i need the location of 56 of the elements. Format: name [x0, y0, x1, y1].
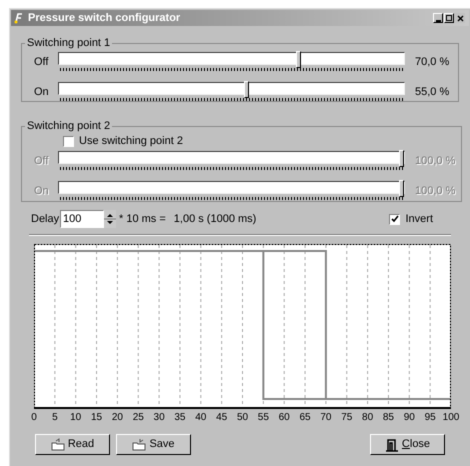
- axis-label: 25: [132, 412, 144, 424]
- maximize-icon: [446, 15, 452, 21]
- folder-icon: [50, 438, 65, 452]
- axis-label: 40: [195, 412, 206, 424]
- axis-label: 100: [442, 412, 460, 424]
- window-title: Pressure switch configurator: [28, 10, 182, 26]
- axis-label: 85: [382, 412, 394, 424]
- axis-label: 10: [70, 412, 82, 424]
- read-button[interactable]: Read: [35, 434, 110, 455]
- close-icon: [456, 14, 464, 22]
- slider-label: On: [33, 84, 50, 100]
- checkbox[interactable]: [63, 136, 74, 147]
- axis-label: 15: [90, 412, 102, 424]
- axis-label: 55: [258, 412, 269, 424]
- group-title: Switching point 1: [26, 36, 112, 51]
- axis-label: 80: [362, 412, 374, 424]
- delay-label: Delay: [31, 212, 57, 227]
- slider-label: Off: [33, 54, 50, 70]
- app-icon: [13, 12, 25, 24]
- axis-label: 65: [299, 412, 311, 424]
- delay-result: 1,00 s (1000 ms): [174, 212, 258, 227]
- slider-label: On: [33, 184, 50, 198]
- delay-formula: * 10 ms =: [119, 212, 166, 227]
- slider-value: 70,0 %: [415, 54, 450, 70]
- spin-button[interactable]: [104, 210, 116, 228]
- minimize-icon: [436, 20, 440, 22]
- axis-label: 5: [52, 412, 58, 424]
- minimize-button[interactable]: [433, 13, 443, 23]
- group-title: Switching point 2: [26, 119, 112, 134]
- slider-value: 100,0 %: [415, 154, 456, 168]
- checkbox[interactable]: [389, 214, 400, 224]
- slider-thumb[interactable]: [296, 50, 300, 68]
- close-button[interactable]: Close: [370, 434, 445, 455]
- maximize-button[interactable]: [444, 13, 454, 23]
- save-button[interactable]: Save: [116, 434, 191, 455]
- axis-label: 75: [341, 412, 352, 424]
- delay-field[interactable]: 100: [60, 210, 104, 228]
- axis-label: 30: [154, 412, 165, 424]
- slider-value: 100,0 %: [415, 184, 456, 198]
- axis-label: 20: [112, 412, 123, 424]
- folder-icon: [132, 438, 146, 452]
- axis-label: 90: [404, 412, 415, 424]
- axis-label: 0: [31, 412, 37, 424]
- axis-label: 70: [320, 412, 332, 424]
- axis-label: 35: [174, 412, 186, 424]
- checkbox-label: Use switching point 2: [79, 134, 183, 150]
- axis-label: 95: [424, 412, 436, 424]
- slider-value: 55,0 %: [415, 84, 450, 100]
- slider-label: Off: [33, 154, 50, 168]
- slider-thumb[interactable]: [244, 80, 249, 98]
- close-button[interactable]: [455, 13, 465, 23]
- checkbox-label: Invert: [405, 212, 433, 227]
- door-icon: [384, 438, 399, 452]
- axis-label: 60: [278, 412, 290, 424]
- axis-label: 45: [216, 412, 228, 424]
- axis-label: 50: [236, 412, 248, 424]
